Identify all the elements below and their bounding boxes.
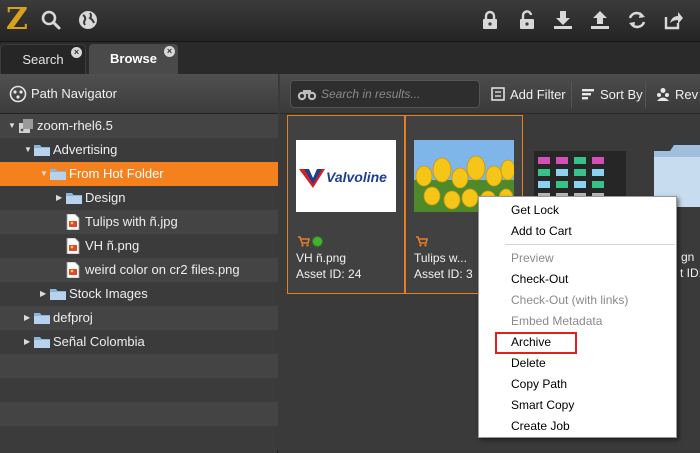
empty-row (0, 378, 278, 402)
asset-name: VH ñ.png (296, 251, 347, 265)
menu-item-create-job[interactable]: Create Job (511, 416, 570, 436)
tree-item-label: Tulips with ñ.jpg (85, 214, 178, 229)
cart-icon (416, 236, 428, 247)
collapse-triangle-icon[interactable]: ▶ (56, 186, 64, 210)
top-toolbar: Z (0, 0, 700, 42)
tree-item[interactable]: ▼ zoom-rhel6.5 (0, 114, 278, 138)
menu-item-delete[interactable]: Delete (511, 353, 546, 373)
archive-highlight-box (495, 332, 577, 354)
tree-item-label: defproj (53, 310, 93, 325)
menu-item-check-out[interactable]: Check-Out (511, 269, 568, 289)
tab-bar: Search × Browse × (0, 42, 700, 74)
expand-triangle-icon[interactable]: ▼ (24, 138, 32, 162)
tree-item[interactable]: ▼ Advertising (0, 138, 278, 162)
lock-icon[interactable] (479, 9, 501, 31)
navigator-icon (9, 85, 27, 103)
image-file-icon (66, 238, 80, 254)
results-toolbar: Add Filter Sort By Rev (280, 74, 700, 114)
tab-search[interactable]: Search × (0, 44, 86, 74)
menu-item-get-lock[interactable]: Get Lock (511, 200, 559, 220)
toolbar-divider (645, 82, 646, 108)
image-file-icon (66, 262, 80, 278)
asset-name: gn (681, 250, 695, 264)
asset-id: Asset ID: 3 (414, 267, 473, 281)
folder-icon (66, 193, 82, 204)
server-icon (19, 119, 33, 133)
tree-item[interactable]: Tulips with ñ.jpg (0, 210, 278, 234)
tree-item[interactable]: ▶ Stock Images (0, 282, 278, 306)
upload-icon[interactable] (589, 9, 611, 31)
menu-item-embed-metadata: Embed Metadata (511, 314, 603, 328)
asset-id: t ID: 2 (680, 266, 700, 280)
users-icon (657, 88, 669, 101)
search-in-results-box[interactable] (290, 80, 480, 108)
menu-item-preview: Preview (511, 251, 554, 265)
image-file-icon (66, 214, 80, 230)
asset-card[interactable]: Valvoline VH ñ.png Asset ID: 24 (287, 115, 405, 294)
search-icon[interactable] (40, 9, 62, 31)
path-navigator-panel: Path Navigator ▼ zoom-rhel6.5 ▼ Advertising… (0, 74, 278, 453)
collapse-triangle-icon[interactable]: ▶ (24, 330, 32, 354)
sort-by-label: Sort By (600, 87, 643, 102)
path-navigator-header[interactable]: Path Navigator (0, 74, 278, 114)
share-icon[interactable] (662, 9, 684, 31)
expand-triangle-icon[interactable]: ▼ (8, 114, 16, 138)
asset-id: Asset ID: 24 (296, 267, 362, 281)
tree-item[interactable]: VH ñ.png (0, 234, 278, 258)
menu-separator (505, 244, 675, 245)
close-icon[interactable]: × (71, 47, 82, 58)
globe-icon[interactable] (77, 9, 99, 31)
tab-search-label: Search (22, 52, 64, 67)
unlock-icon[interactable] (516, 9, 538, 31)
asset-thumbnail: Valvoline (296, 140, 396, 212)
close-icon[interactable]: × (164, 46, 175, 57)
tree-item[interactable]: ▼ From Hot Folder (0, 162, 278, 186)
context-menu: Get Lock Add to Cart Preview Check-Out Check… (478, 196, 677, 438)
folder-icon (50, 289, 66, 300)
search-in-results-input[interactable] (321, 86, 471, 102)
collapse-triangle-icon[interactable]: ▶ (40, 282, 48, 306)
valvoline-logo-text: Valvoline (326, 169, 387, 185)
tree-item-label: From Hot Folder (69, 166, 164, 181)
tree-item[interactable]: ▶ defproj (0, 306, 278, 330)
filter-list-icon (491, 87, 505, 101)
tree-item-label: VH ñ.png (85, 238, 140, 253)
cart-icon (298, 236, 310, 247)
refresh-icon[interactable] (626, 9, 648, 31)
sort-icon (582, 89, 594, 100)
tree-item-label: Advertising (53, 142, 118, 157)
tree-item-label: Stock Images (69, 286, 148, 301)
add-filter-label: Add Filter (510, 87, 566, 102)
empty-row (0, 354, 278, 378)
empty-row (0, 402, 278, 426)
path-navigator-title: Path Navigator (31, 86, 117, 101)
tree-item[interactable]: ▶ Design (0, 186, 278, 210)
download-icon[interactable] (552, 9, 574, 31)
status-checked-in-icon (312, 236, 323, 247)
folder-icon (34, 337, 50, 348)
tree-item-label: weird color on cr2 files.png (85, 262, 240, 277)
binoculars-icon (297, 90, 317, 101)
toolbar-divider (571, 82, 572, 108)
tree-item-label: zoom-rhel6.5 (37, 118, 113, 133)
expand-triangle-icon[interactable]: ▼ (40, 162, 48, 186)
asset-name: Tulips w... (414, 251, 467, 265)
review-label: Rev (675, 87, 699, 102)
empty-row (0, 426, 278, 450)
tab-browse[interactable]: Browse × (89, 44, 178, 74)
collapse-triangle-icon[interactable]: ▶ (24, 306, 32, 330)
tree-item-label: Señal Colombia (53, 334, 145, 349)
tree-item[interactable]: ▶ Señal Colombia (0, 330, 278, 354)
menu-item-copy-path[interactable]: Copy Path (511, 374, 567, 394)
tree-item[interactable]: weird color on cr2 files.png (0, 258, 278, 282)
menu-item-add-to-cart[interactable]: Add to Cart (511, 221, 572, 241)
app-logo[interactable]: Z (6, 4, 28, 36)
menu-item-check-out-with-links: Check-Out (with links) (511, 293, 629, 307)
tree-item-label: Design (85, 190, 126, 205)
tab-browse-label: Browse (110, 51, 157, 66)
folder-icon (34, 145, 50, 156)
folder-icon (34, 313, 50, 324)
folder-icon (50, 169, 66, 180)
menu-item-smart-copy[interactable]: Smart Copy (511, 395, 574, 415)
